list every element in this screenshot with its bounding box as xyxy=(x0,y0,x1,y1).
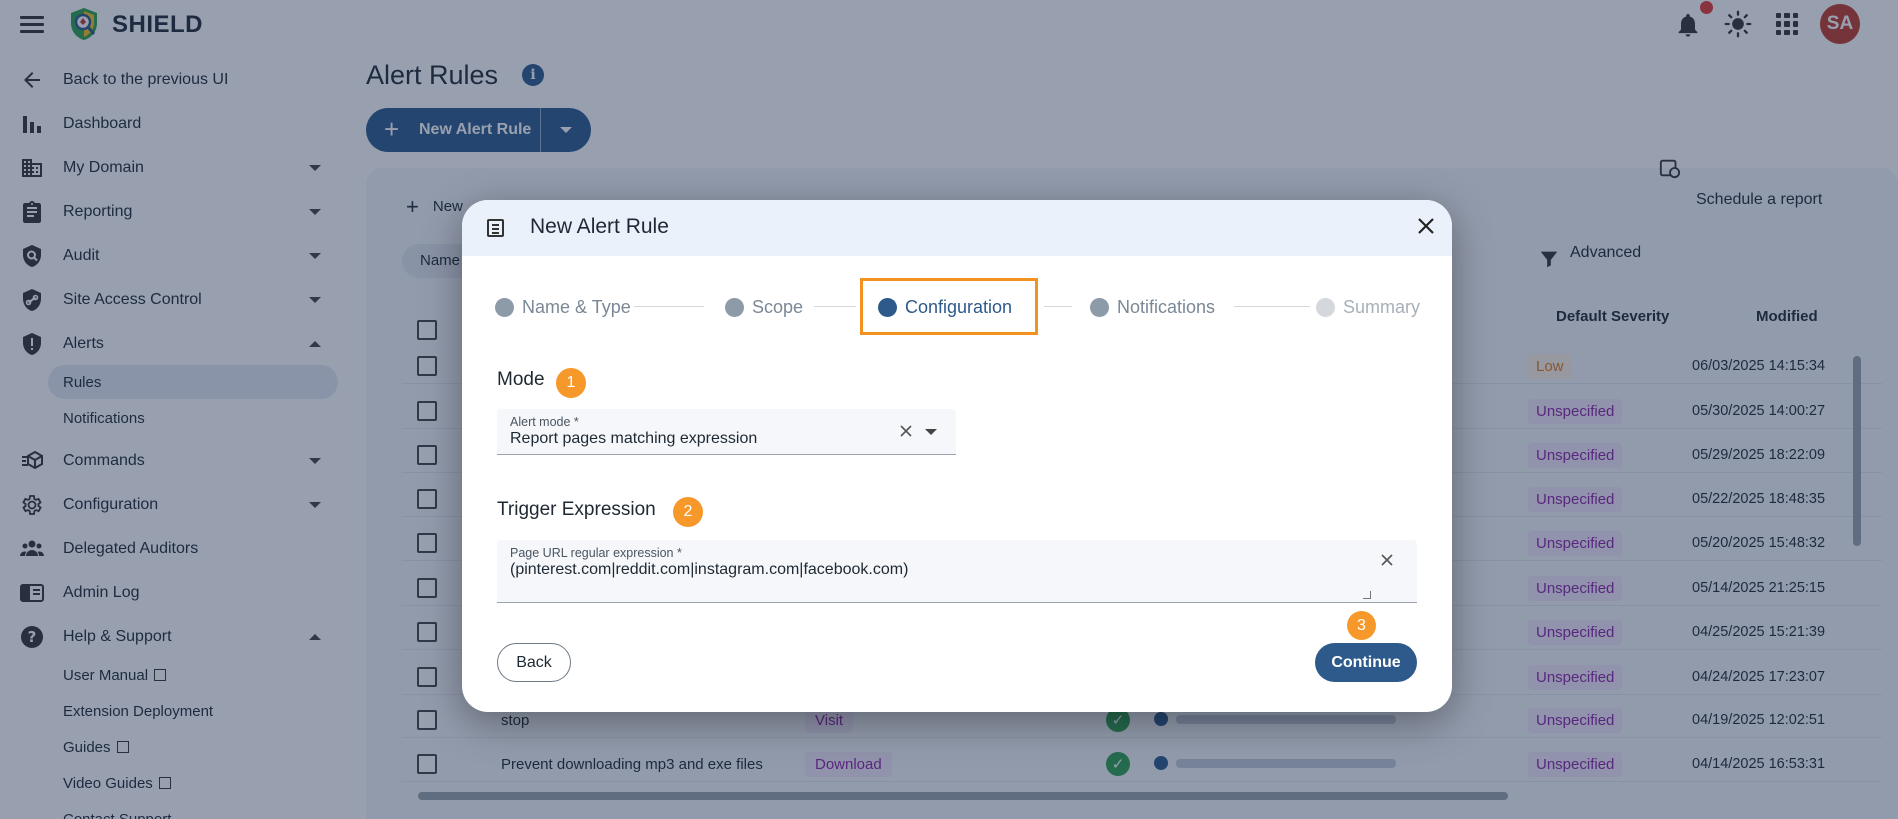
page-url-regex-label: Page URL regular expression * xyxy=(510,546,682,560)
clear-icon[interactable] xyxy=(898,423,914,439)
alert-mode-value: Report pages matching expression xyxy=(510,430,758,447)
new-alert-rule-dialog: New Alert Rule Name & Type Scope Configu… xyxy=(462,200,1452,712)
current-step-highlight xyxy=(860,278,1038,335)
resize-handle-icon[interactable] xyxy=(1363,591,1371,599)
step-label: Notifications xyxy=(1117,297,1216,317)
step-label: Scope xyxy=(752,297,804,317)
step-dot xyxy=(725,298,744,317)
step-label: Summary xyxy=(1343,297,1421,317)
continue-button[interactable]: Continue xyxy=(1315,643,1417,682)
stepper-connector xyxy=(1234,306,1310,307)
step-badge-2: 2 xyxy=(673,497,703,527)
step-dot-future xyxy=(1316,298,1335,317)
clear-icon[interactable] xyxy=(1379,552,1395,568)
mode-section-label: Mode xyxy=(497,369,545,390)
step-dot xyxy=(1090,298,1109,317)
close-icon[interactable] xyxy=(1414,214,1438,238)
dialog-header: New Alert Rule xyxy=(462,200,1452,256)
document-icon xyxy=(487,219,504,237)
alert-mode-label: Alert mode * xyxy=(510,415,579,429)
step-label: Name & Type xyxy=(522,297,631,317)
step-badge-1: 1 xyxy=(556,368,586,398)
step-badge-3: 3 xyxy=(1347,611,1376,640)
stepper-connector xyxy=(1044,306,1072,307)
step-dot xyxy=(495,298,514,317)
stepper-connector xyxy=(814,306,856,307)
page-url-regex-value: (pinterest.com|reddit.com|instagram.com|… xyxy=(510,561,909,578)
trigger-section-label: Trigger Expression xyxy=(497,499,656,520)
page-url-regex-field[interactable]: Page URL regular expression * (pinterest… xyxy=(497,540,1417,603)
alert-mode-select[interactable]: Alert mode * Report pages matching expre… xyxy=(497,409,956,455)
back-button[interactable]: Back xyxy=(497,643,571,682)
stepper-connector xyxy=(634,306,704,307)
dialog-title: New Alert Rule xyxy=(530,215,669,238)
chevron-down-icon[interactable] xyxy=(925,429,937,435)
